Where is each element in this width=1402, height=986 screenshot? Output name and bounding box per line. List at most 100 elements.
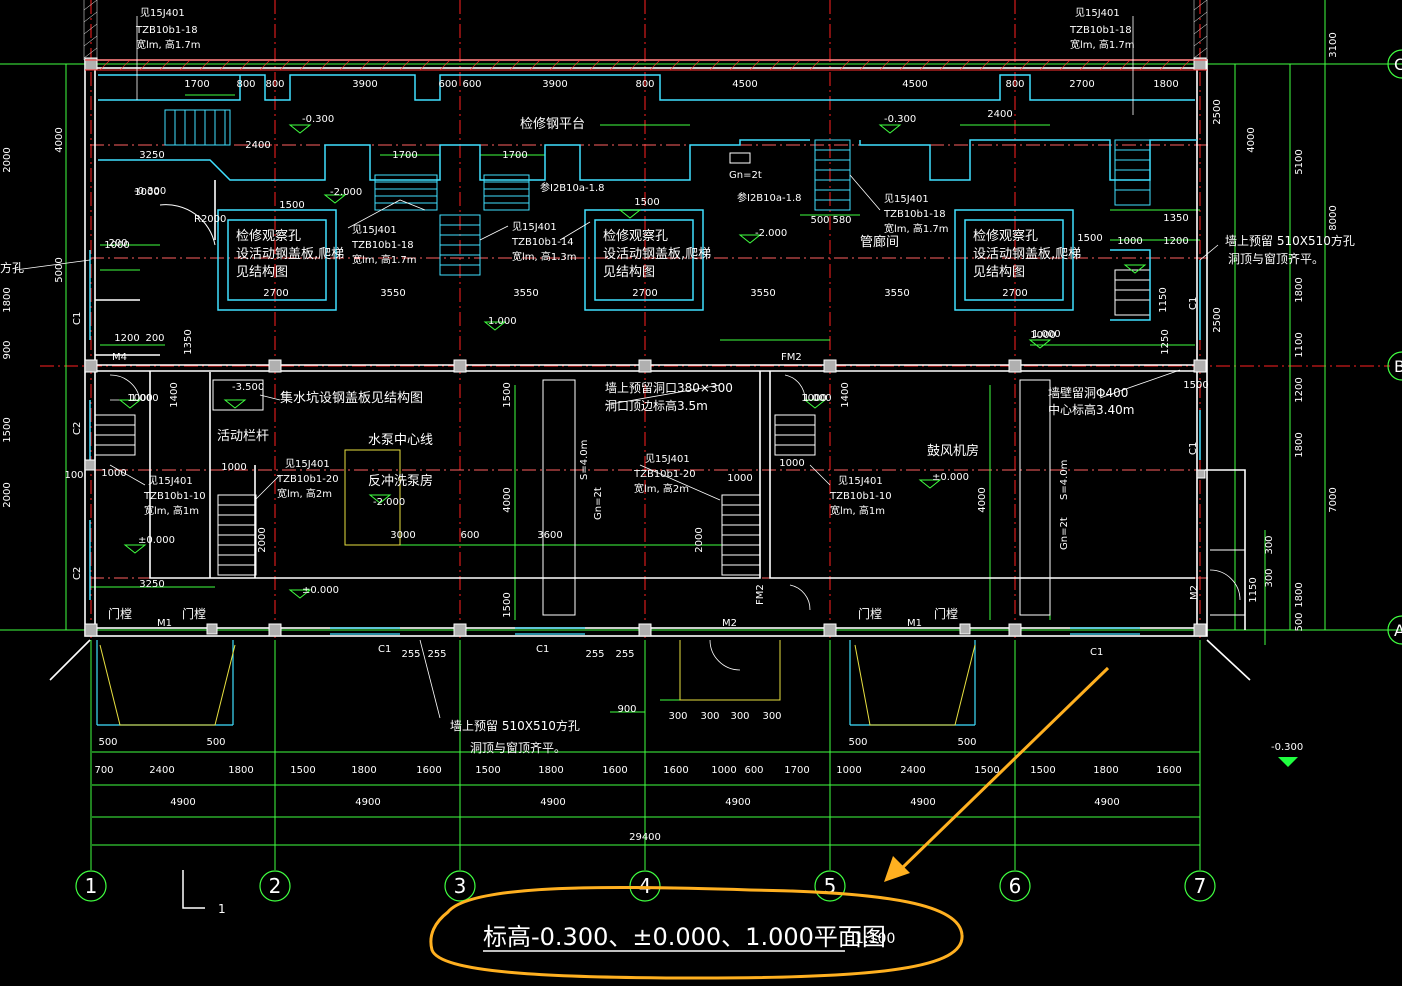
axis-c: C — [1394, 55, 1402, 74]
axis-2: 2 — [269, 874, 282, 898]
svg-text:3900: 3900 — [352, 79, 377, 90]
svg-text:宽lm, 高1.7m: 宽lm, 高1.7m — [136, 38, 201, 51]
svg-text:M1: M1 — [157, 618, 172, 629]
svg-text:参I2B10a-1.8: 参I2B10a-1.8 — [540, 181, 605, 194]
svg-text:门樘: 门樘 — [858, 606, 882, 621]
svg-text:TZB10b1-18: TZB10b1-18 — [135, 25, 198, 36]
svg-text:300: 300 — [700, 711, 719, 722]
svg-text:Gn=2t: Gn=2t — [729, 170, 762, 181]
svg-text:8000: 8000 — [1328, 205, 1339, 230]
svg-text:宽lm, 高2m: 宽lm, 高2m — [634, 482, 689, 495]
svg-text:-0.300: -0.300 — [302, 114, 334, 125]
svg-text:见15J401: 见15J401 — [838, 475, 883, 487]
svg-text:1600: 1600 — [1156, 765, 1181, 776]
svg-text:1800: 1800 — [228, 765, 253, 776]
svg-text:墙上预留 510X510方孔: 墙上预留 510X510方孔 — [450, 718, 580, 733]
label-pipe-gallery: 管廊间 — [860, 234, 899, 250]
svg-text:1800: 1800 — [1294, 582, 1305, 607]
svg-text:1500: 1500 — [1183, 380, 1208, 391]
svg-text:-0.300: -0.300 — [134, 186, 166, 197]
svg-text:Gn=2t: Gn=2t — [1059, 517, 1070, 550]
svg-text:C2: C2 — [72, 422, 83, 435]
svg-text:宽lm, 高1m: 宽lm, 高1m — [144, 504, 199, 517]
svg-text:C1: C1 — [1090, 647, 1103, 658]
svg-text:300: 300 — [762, 711, 781, 722]
svg-text:1500: 1500 — [290, 765, 315, 776]
svg-text:600: 600 — [460, 530, 479, 541]
svg-text:2500: 2500 — [1212, 307, 1223, 332]
svg-text:C1: C1 — [378, 644, 391, 655]
svg-text:见结构图: 见结构图 — [973, 265, 1025, 280]
svg-text:设活动钢盖板,爬梯: 设活动钢盖板,爬梯 — [973, 247, 1081, 262]
svg-text:M1: M1 — [907, 618, 922, 629]
svg-text:4900: 4900 — [355, 797, 380, 808]
svg-text:1000: 1000 — [101, 468, 126, 479]
axis-1: 1 — [85, 874, 98, 898]
svg-text:1500: 1500 — [475, 765, 500, 776]
svg-text:1200: 1200 — [114, 333, 139, 344]
svg-text:1.000: 1.000 — [488, 316, 517, 327]
svg-text:4900: 4900 — [910, 797, 935, 808]
axis-7: 7 — [1194, 874, 1207, 898]
svg-text:1800: 1800 — [1153, 79, 1178, 90]
svg-text:1350: 1350 — [183, 329, 194, 354]
svg-text:R2000: R2000 — [194, 214, 226, 225]
svg-text:4000: 4000 — [502, 487, 513, 512]
label-blower-room: 鼓风机房 — [927, 443, 979, 459]
svg-text:1350: 1350 — [1163, 213, 1188, 224]
svg-text:-0.300: -0.300 — [884, 114, 916, 125]
svg-text:S=4.0m: S=4.0m — [1059, 460, 1070, 500]
svg-text:900: 900 — [617, 704, 636, 715]
svg-text:-2.000: -2.000 — [755, 228, 787, 239]
axis-4: 4 — [639, 874, 652, 898]
svg-text:7000: 7000 — [1328, 487, 1339, 512]
svg-text:1700: 1700 — [784, 765, 809, 776]
svg-text:Gn=2t: Gn=2t — [593, 487, 604, 520]
svg-text:TZB10b1-14: TZB10b1-14 — [511, 237, 574, 248]
svg-text:1800: 1800 — [538, 765, 563, 776]
svg-text:TZB10b1-10: TZB10b1-10 — [143, 491, 206, 502]
svg-text:1.000: 1.000 — [1032, 329, 1061, 340]
svg-text:4900: 4900 — [725, 797, 750, 808]
svg-text:洞口顶边标高3.5m: 洞口顶边标高3.5m — [605, 398, 708, 413]
svg-text:±0.000: ±0.000 — [138, 535, 175, 546]
svg-text:500: 500 — [810, 215, 829, 226]
svg-text:1500: 1500 — [2, 417, 13, 442]
svg-text:4900: 4900 — [1094, 797, 1119, 808]
svg-text:1000: 1000 — [104, 240, 129, 251]
svg-text:2000: 2000 — [2, 147, 13, 172]
svg-text:1000: 1000 — [727, 473, 752, 484]
svg-text:见15J401: 见15J401 — [285, 458, 330, 470]
svg-text:1400: 1400 — [169, 382, 180, 407]
svg-text:800: 800 — [635, 79, 654, 90]
svg-text:1600: 1600 — [602, 765, 627, 776]
svg-text:300: 300 — [1264, 535, 1275, 554]
svg-text:3550: 3550 — [513, 288, 538, 299]
svg-text:3550: 3550 — [750, 288, 775, 299]
plan-title: 标高-0.300、±0.000、1.000平面图 — [483, 923, 886, 951]
svg-text:3250: 3250 — [139, 150, 164, 161]
svg-text:检修观察孔: 检修观察孔 — [973, 229, 1038, 244]
svg-text:500: 500 — [957, 737, 976, 748]
svg-text:见15J401: 见15J401 — [512, 221, 557, 233]
svg-text:500: 500 — [206, 737, 225, 748]
svg-text:1800: 1800 — [1294, 432, 1305, 457]
svg-text:TZB10b1-20: TZB10b1-20 — [633, 469, 696, 480]
svg-text:M2: M2 — [722, 618, 737, 629]
svg-text:3100: 3100 — [1328, 32, 1339, 57]
svg-text:-3.500: -3.500 — [232, 382, 264, 393]
svg-text:±0.000: ±0.000 — [932, 472, 969, 483]
svg-text:见15J401: 见15J401 — [148, 475, 193, 487]
svg-text:1500: 1500 — [634, 197, 659, 208]
svg-text:检修观察孔: 检修观察孔 — [603, 229, 668, 244]
axis-b: B — [1394, 357, 1402, 376]
svg-text:宽lm, 高1.7m: 宽lm, 高1.7m — [352, 253, 417, 266]
svg-text:600: 600 — [462, 79, 481, 90]
svg-text:3550: 3550 — [884, 288, 909, 299]
svg-text:宽lm, 高2m: 宽lm, 高2m — [277, 487, 332, 500]
svg-text:4500: 4500 — [902, 79, 927, 90]
svg-text:S=4.0m: S=4.0m — [579, 440, 590, 480]
svg-text:300: 300 — [1264, 568, 1275, 587]
svg-text:2700: 2700 — [632, 288, 657, 299]
svg-text:4000: 4000 — [1246, 127, 1257, 152]
